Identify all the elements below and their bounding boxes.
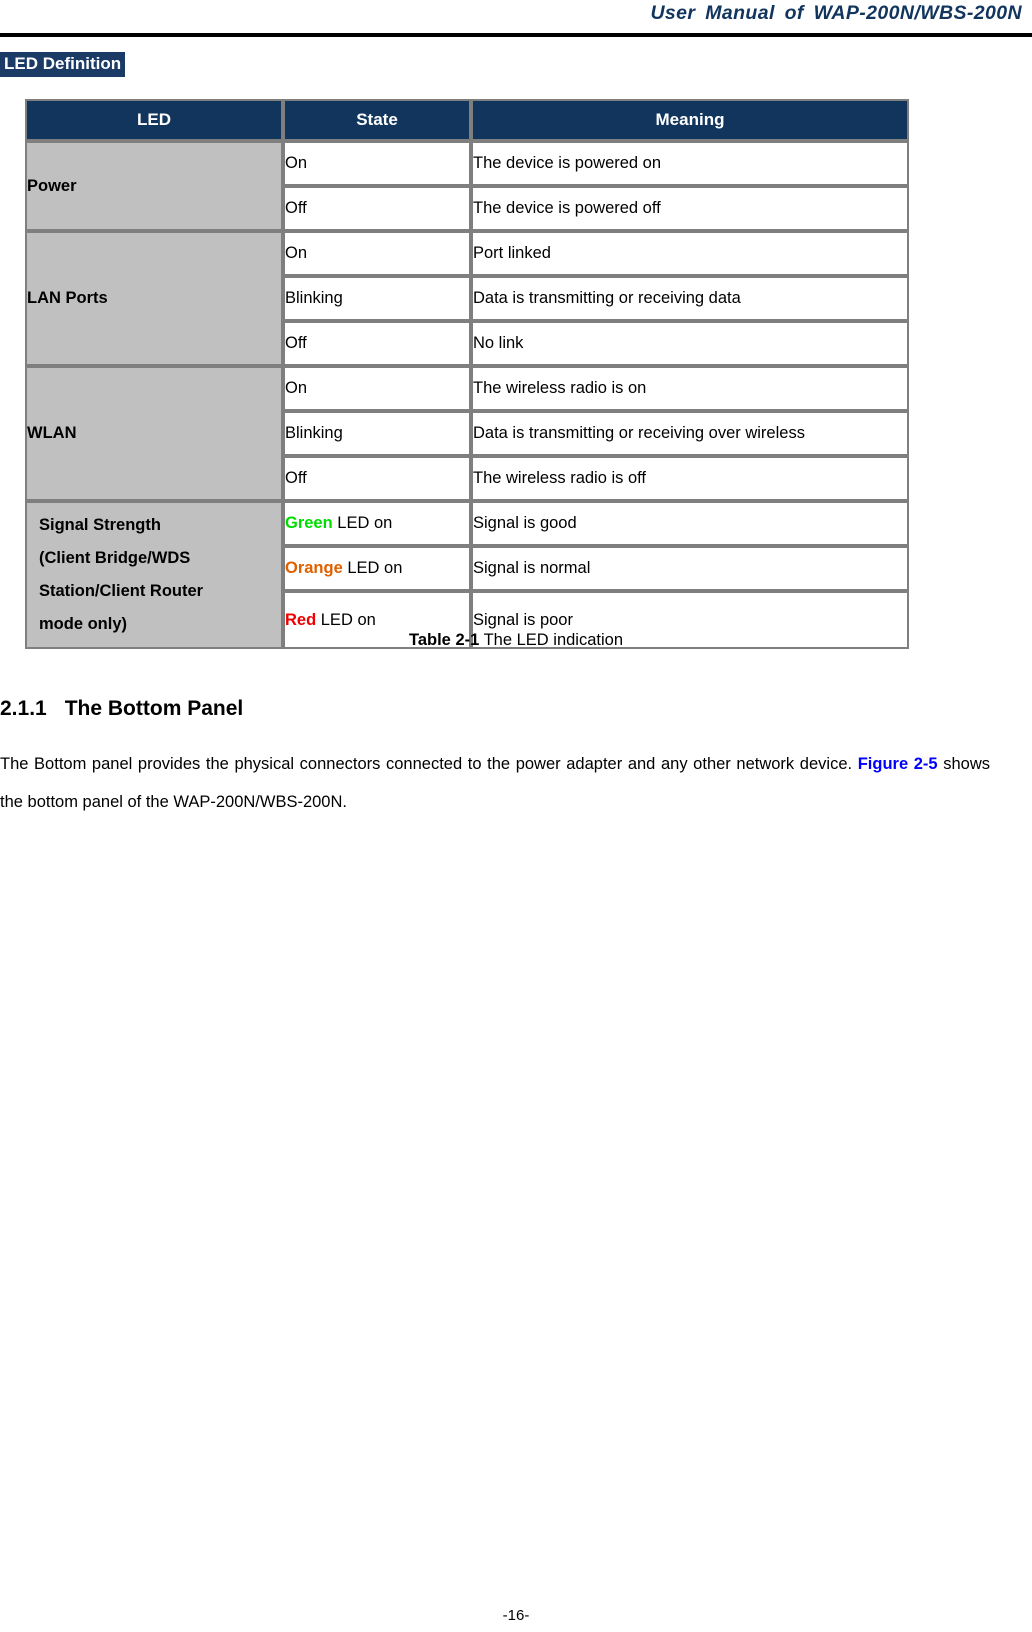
state-suffix: LED on xyxy=(332,514,393,532)
state-cell: Off xyxy=(283,186,471,231)
meaning-cell: No link xyxy=(471,321,909,366)
column-header-led: LED xyxy=(25,99,283,141)
meaning-cell: Signal is good xyxy=(471,501,909,546)
meaning-cell: Signal is normal xyxy=(471,546,909,591)
led-group-wlan: WLAN xyxy=(25,366,283,501)
page-footer: -16- xyxy=(0,1607,1032,1624)
orange-keyword: Orange xyxy=(285,559,343,577)
table-row: WLAN On The wireless radio is on xyxy=(25,366,909,501)
column-header-state: State xyxy=(283,99,471,141)
table-row: Power On The device is powered on xyxy=(25,141,909,231)
green-keyword: Green xyxy=(285,514,333,532)
table-row: LAN Ports On Port linked xyxy=(25,231,909,366)
meaning-cell: Data is transmitting or receiving over w… xyxy=(471,411,909,456)
state-cell: Blinking xyxy=(283,276,471,321)
state-cell: On xyxy=(283,141,471,186)
table-row: Signal Strength (Client Bridge/WDS Stati… xyxy=(25,501,909,649)
figure-reference-link[interactable]: Figure 2-5 xyxy=(858,755,938,773)
state-cell: Orange LED on xyxy=(283,546,471,591)
signal-strength-line-2: (Client Bridge/WDS xyxy=(39,549,191,567)
led-group-power: Power xyxy=(25,141,283,231)
state-suffix: LED on xyxy=(316,610,376,629)
state-cell: Off xyxy=(283,456,471,501)
signal-strength-line-3: Station/Client Router xyxy=(39,582,204,600)
led-group-signal-strength: Signal Strength (Client Bridge/WDS Stati… xyxy=(25,501,283,649)
meaning-cell: The device is powered off xyxy=(471,186,909,231)
meaning-cell: Port linked xyxy=(471,231,909,276)
section-number: 2.1.1 xyxy=(0,697,47,720)
section-title: The Bottom Panel xyxy=(64,697,244,720)
led-group-lan-ports: LAN Ports xyxy=(25,231,283,366)
body-paragraph: The Bottom panel provides the physical c… xyxy=(0,745,990,821)
table-caption-label: Table 2-1 xyxy=(408,631,480,649)
led-definition-label: LED Definition xyxy=(0,52,126,77)
red-keyword: Red xyxy=(285,610,317,629)
state-suffix: LED on xyxy=(342,559,403,577)
table-caption-text: The LED indication xyxy=(483,631,624,649)
meaning-cell: The wireless radio is off xyxy=(471,456,909,501)
signal-strength-line-1: Signal Strength xyxy=(39,516,161,534)
meaning-cell: The wireless radio is on xyxy=(471,366,909,411)
header-divider xyxy=(0,33,1032,37)
paragraph-part-1: The Bottom panel provides the physical c… xyxy=(0,755,853,773)
state-cell: On xyxy=(283,366,471,411)
meaning-cell: The device is powered on xyxy=(471,141,909,186)
led-indication-table: LED State Meaning Power On The device is… xyxy=(25,99,909,649)
section-heading: 2.1.1 The Bottom Panel xyxy=(0,697,243,721)
state-cell: On xyxy=(283,231,471,276)
column-header-meaning: Meaning xyxy=(471,99,909,141)
table-caption: Table 2-1 The LED indication xyxy=(0,631,1032,650)
state-cell: Green LED on xyxy=(283,501,471,546)
manual-title: User Manual of WAP-200N/WBS-200N xyxy=(650,2,1022,24)
page-header: User Manual of WAP-200N/WBS-200N xyxy=(0,0,1032,40)
table-header-row: LED State Meaning xyxy=(25,99,909,141)
page-number: -16- xyxy=(502,1607,530,1624)
state-cell: Blinking xyxy=(283,411,471,456)
meaning-cell: Data is transmitting or receiving data xyxy=(471,276,909,321)
state-cell: Off xyxy=(283,321,471,366)
